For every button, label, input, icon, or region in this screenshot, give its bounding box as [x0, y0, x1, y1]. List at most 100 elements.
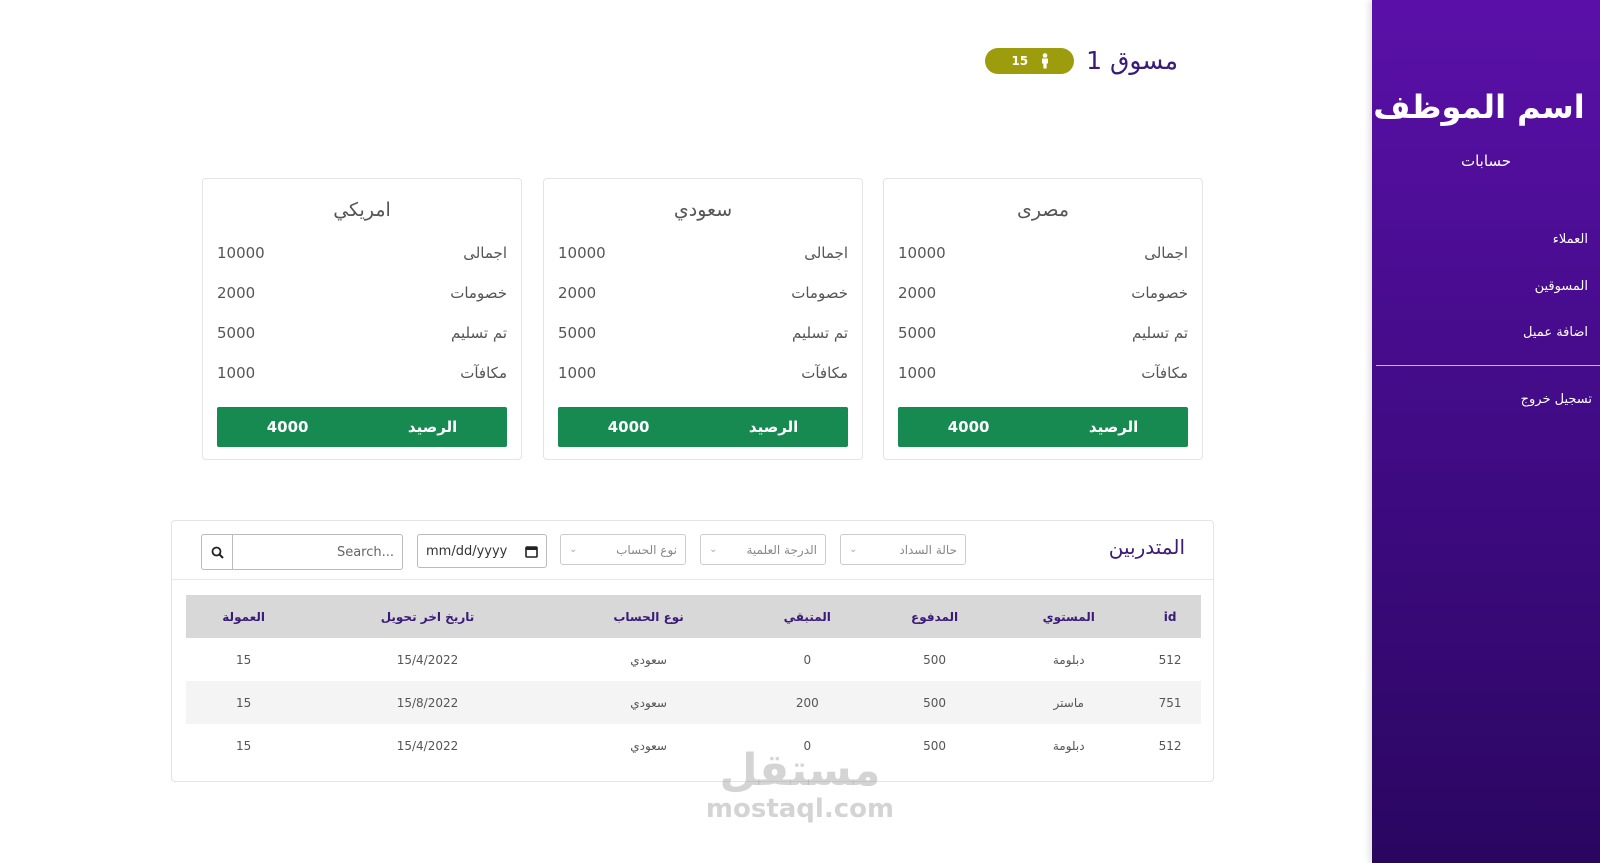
sidebar-item-add-client[interactable]: اضافة عميل	[1523, 325, 1588, 340]
employee-name: اسم الموظف	[1373, 88, 1585, 126]
search-box: Search...	[201, 534, 403, 570]
column-header[interactable]: id	[1139, 595, 1201, 638]
card-row-delivered: تم تسليم 5000	[884, 313, 1202, 353]
sidebar: اسم الموظف حسابات العملاء المسوقين اضافة…	[1372, 0, 1600, 863]
table-row[interactable]: 751 ماستر 500 200 سعودي 15/8/2022 15	[186, 681, 1201, 724]
balance-button[interactable]: الرصيد 4000	[558, 407, 848, 447]
table-row[interactable]: 512 دبلومة 500 0 سعودي 15/4/2022 15	[186, 638, 1201, 681]
row-label: اجمالى	[804, 244, 848, 262]
row-label: مكافآت	[801, 364, 848, 382]
cell-paid: 500	[923, 652, 947, 667]
chevron-down-icon: ⌄	[709, 544, 718, 555]
card-row-bonuses: مكافآت 1000	[884, 353, 1202, 393]
column-header[interactable]: المستوي	[998, 595, 1140, 638]
row-value: 5000	[898, 324, 937, 342]
sidebar-item-clients[interactable]: العملاء	[1553, 232, 1588, 247]
card-title: مصرى	[1016, 199, 1069, 221]
cell-remaining: 200	[743, 681, 871, 724]
marketer-header: مسوق 1 15	[985, 46, 1178, 75]
cell-id: 512	[1158, 738, 1182, 753]
trainees-toolbar: المتدربين حالة السداد ⌄ الدرجة العلمية ⌄…	[172, 521, 1213, 580]
select-value: نوع الحساب	[616, 542, 677, 557]
column-header[interactable]: نوع الحساب	[553, 595, 744, 638]
page: اسم الموظف حسابات العملاء المسوقين اضافة…	[0, 0, 1600, 863]
card-title: امريكي	[333, 199, 391, 221]
sidebar-divider	[1376, 365, 1600, 366]
row-label: اجمالى	[1144, 244, 1188, 262]
cell-account-type: سعودي	[553, 681, 744, 724]
row-value: 1000	[217, 364, 256, 382]
balance-label: الرصيد	[1088, 418, 1139, 436]
cell-last-transfer: 15/8/2022	[301, 681, 554, 724]
balance-label: الرصيد	[748, 418, 799, 436]
card-row-total: اجمالى 10000	[884, 233, 1202, 273]
select-value: الدرجة العلمية	[746, 542, 818, 557]
row-value: 5000	[558, 324, 597, 342]
cell-id: 512	[1158, 652, 1182, 667]
row-value: 10000	[558, 244, 606, 262]
search-input[interactable]: Search...	[233, 534, 403, 570]
cell-paid: 500	[870, 681, 999, 724]
cell-last-transfer: 15/4/2022	[396, 652, 459, 667]
employee-role: حسابات	[1460, 152, 1512, 170]
row-label: مكافآت	[1141, 364, 1188, 382]
column-header[interactable]: العمولة	[186, 595, 302, 638]
account-card-american: امريكي اجمالى 10000 خصومات 2000 تم تسليم 50…	[202, 178, 522, 460]
row-label: خصومات	[791, 284, 848, 302]
cell-remaining: 0	[803, 652, 812, 667]
cell-id: 751	[1139, 681, 1201, 724]
row-value: 1000	[558, 364, 597, 382]
watermark: مستقل mostaql.com	[700, 748, 900, 825]
card-row-bonuses: مكافآت 1000	[203, 353, 521, 393]
account-card-saudi: سعودي اجمالى 10000 خصومات 2000 تم تسليم 500…	[543, 178, 863, 460]
cell-level: دبلومة	[1052, 738, 1085, 753]
date-placeholder: mm/dd/yyyy	[426, 543, 508, 559]
sidebar-item-marketers[interactable]: المسوقين	[1535, 279, 1588, 294]
cell-level: ماستر	[998, 681, 1140, 724]
card-row-discounts: خصومات 2000	[203, 273, 521, 313]
payment-status-select[interactable]: حالة السداد ⌄	[840, 534, 966, 565]
marketer-badge: 15	[985, 47, 1075, 74]
row-label: اجمالى	[463, 244, 507, 262]
account-card-egyptian: مصرى اجمالى 10000 خصومات 2000 تم تسليم 5000…	[883, 178, 1203, 460]
balance-value: 4000	[266, 418, 309, 436]
row-label: تم تسليم	[1132, 324, 1188, 342]
row-value: 2000	[898, 284, 937, 302]
card-title: سعودي	[673, 199, 733, 221]
row-label: تم تسليم	[792, 324, 848, 342]
cell-account-type: سعودي	[630, 652, 667, 667]
cell-commission: 15	[236, 652, 252, 667]
row-value: 2000	[217, 284, 256, 302]
date-input[interactable]: mm/dd/yyyy	[417, 534, 547, 568]
marketer-title: مسوق 1	[1086, 46, 1178, 75]
trainees-panel: المتدربين حالة السداد ⌄ الدرجة العلمية ⌄…	[171, 520, 1214, 782]
chevron-down-icon: ⌄	[569, 544, 578, 555]
chevron-down-icon: ⌄	[849, 544, 858, 555]
row-label: خصومات	[450, 284, 507, 302]
column-header[interactable]: تاريخ اخر تحويل	[301, 595, 554, 638]
degree-select[interactable]: الدرجة العلمية ⌄	[700, 534, 826, 565]
search-button[interactable]	[201, 534, 233, 570]
row-label: مكافآت	[460, 364, 507, 382]
balance-value: 4000	[947, 418, 990, 436]
card-row-discounts: خصومات 2000	[884, 273, 1202, 313]
row-label: خصومات	[1131, 284, 1188, 302]
balance-button[interactable]: الرصيد 4000	[898, 407, 1188, 447]
card-row-total: اجمالى 10000	[203, 233, 521, 273]
table-row[interactable]: 512 دبلومة 500 0 سعودي 15/4/2022 15	[186, 724, 1201, 767]
badge-count: 15	[1011, 53, 1029, 68]
logout-link[interactable]: تسجيل خروج	[1521, 392, 1592, 407]
row-value: 2000	[558, 284, 597, 302]
card-row-discounts: خصومات 2000	[544, 273, 862, 313]
balance-button[interactable]: الرصيد 4000	[217, 407, 507, 447]
row-value: 10000	[217, 244, 265, 262]
card-row-total: اجمالى 10000	[544, 233, 862, 273]
card-row-delivered: تم تسليم 5000	[544, 313, 862, 353]
balance-label: الرصيد	[407, 418, 458, 436]
account-type-select[interactable]: نوع الحساب ⌄	[560, 534, 686, 565]
calendar-icon	[525, 545, 538, 558]
trainees-table: id المستوي المدفوع المتبقي نوع الحساب تا…	[186, 595, 1201, 767]
column-header[interactable]: المتبقي	[743, 595, 871, 638]
column-header[interactable]: المدفوع	[870, 595, 999, 638]
person-icon	[1042, 52, 1049, 68]
